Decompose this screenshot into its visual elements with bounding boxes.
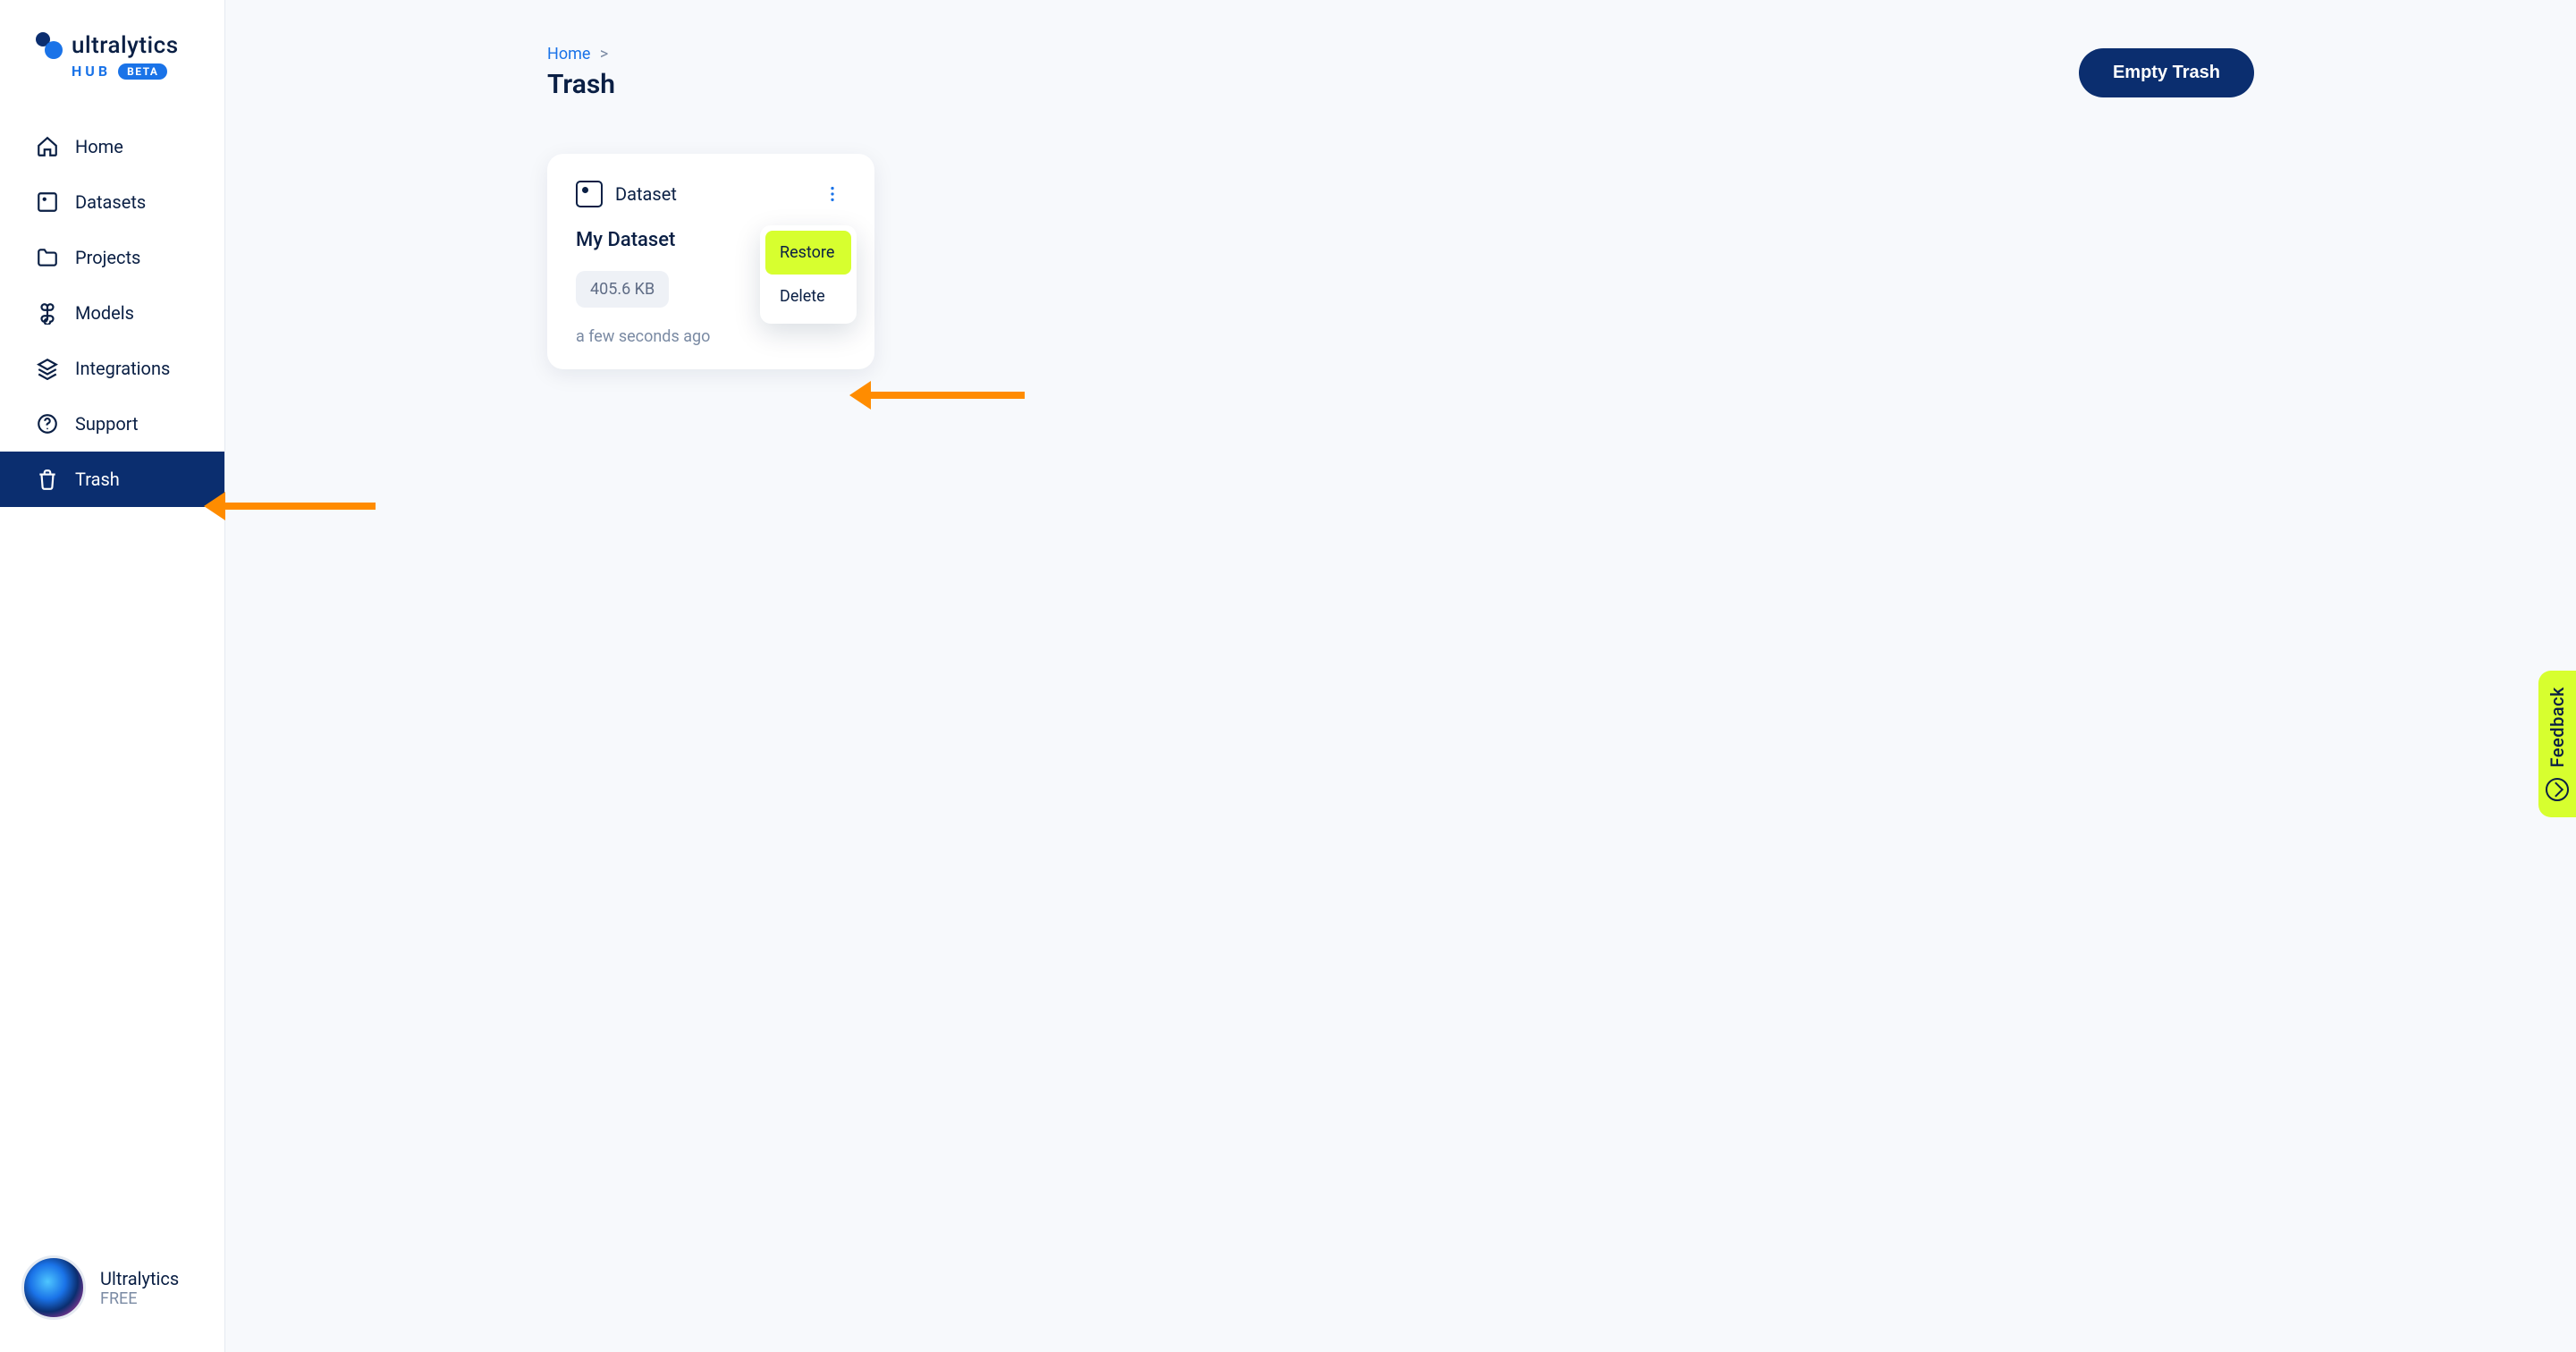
sidebar-item-trash[interactable]: Trash [0, 452, 224, 507]
delete-menu-item[interactable]: Delete [765, 275, 851, 318]
sidebar-item-label: Models [75, 302, 134, 324]
card-menu-button[interactable] [819, 181, 846, 207]
main: Home > Trash Empty Trash Dataset My Data… [225, 0, 2576, 1352]
annotation-arrow-restore [869, 392, 1025, 399]
sidebar-item-integrations[interactable]: Integrations [0, 341, 224, 396]
folder-icon [36, 246, 59, 269]
card-timestamp: a few seconds ago [576, 327, 846, 346]
dataset-icon [576, 181, 603, 207]
annotation-arrow-trash [224, 503, 376, 510]
user-box[interactable]: Ultralytics FREE [0, 1230, 224, 1352]
sidebar-item-support[interactable]: Support [0, 396, 224, 452]
sidebar-item-label: Home [75, 136, 123, 157]
feedback-icon [2546, 778, 2569, 801]
breadcrumb-home[interactable]: Home [547, 45, 590, 63]
sidebar-item-models[interactable]: Models [0, 285, 224, 341]
brand-hub: HUB [72, 63, 111, 80]
sidebar-item-label: Datasets [75, 191, 146, 213]
breadcrumb-separator: > [595, 45, 608, 63]
sidebar-item-datasets[interactable]: Datasets [0, 174, 224, 230]
user-plan: FREE [100, 1289, 179, 1308]
beta-badge: BETA [118, 63, 167, 80]
sidebar-item-projects[interactable]: Projects [0, 230, 224, 285]
image-icon [36, 190, 59, 214]
empty-trash-button[interactable]: Empty Trash [2079, 48, 2254, 97]
feedback-tab[interactable]: Feedback [2538, 671, 2576, 817]
brand-name: ultralytics [72, 32, 179, 59]
header: Home > Trash Empty Trash [225, 0, 2576, 127]
card-context-menu: Restore Delete [760, 225, 857, 324]
brand-logo[interactable]: ultralytics HUB BETA [0, 0, 224, 119]
dataset-card[interactable]: Dataset My Dataset 405.6 KB a few second… [547, 154, 874, 369]
sidebar-item-home[interactable]: Home [0, 119, 224, 174]
page-title: Trash [547, 69, 615, 100]
restore-menu-item[interactable]: Restore [765, 231, 851, 275]
help-icon [36, 412, 59, 435]
sidebar-item-label: Integrations [75, 358, 170, 379]
layers-icon [36, 357, 59, 380]
sidebar-item-label: Trash [75, 469, 120, 490]
brand-mark-icon [36, 32, 63, 59]
command-icon [36, 301, 59, 325]
feedback-label: Feedback [2546, 687, 2568, 767]
breadcrumb: Home > [547, 45, 615, 63]
trash-icon [36, 468, 59, 491]
card-type: Dataset [615, 183, 677, 205]
sidebar-nav: Home Datasets Projects Models Integratio… [0, 119, 224, 507]
home-icon [36, 135, 59, 158]
user-name: Ultralytics [100, 1268, 179, 1289]
sidebar: ultralytics HUB BETA Home Datasets Proje… [0, 0, 225, 1352]
sidebar-item-label: Projects [75, 247, 140, 268]
sidebar-item-label: Support [75, 413, 139, 435]
card-size: 405.6 KB [576, 271, 669, 308]
avatar [21, 1255, 86, 1320]
